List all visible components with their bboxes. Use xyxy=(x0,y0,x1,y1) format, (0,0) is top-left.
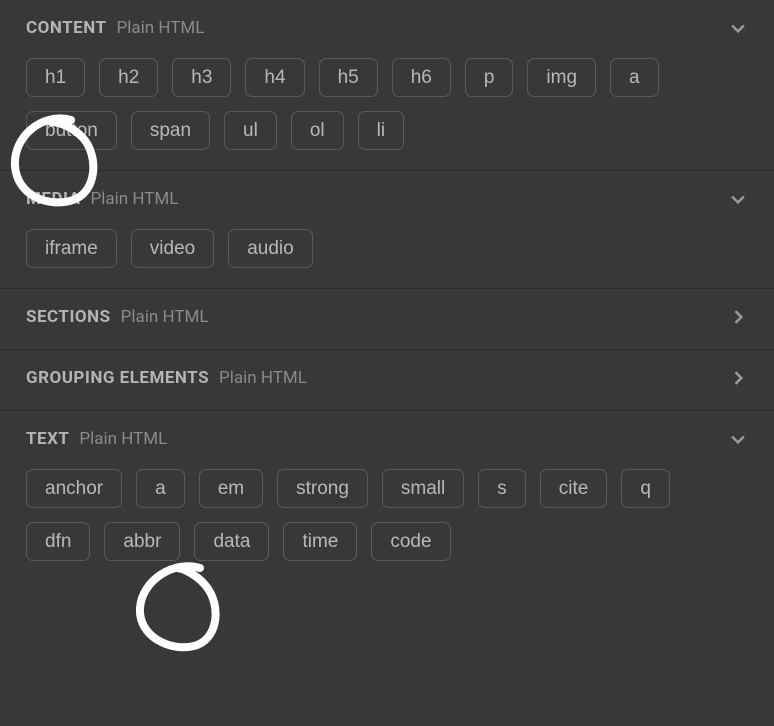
tag-a[interactable]: a xyxy=(610,58,659,97)
chevron-down-icon xyxy=(728,429,748,449)
tag-small[interactable]: small xyxy=(382,469,464,508)
section-subtitle: Plain HTML xyxy=(121,307,209,327)
section-header-media[interactable]: MEDIA Plain HTML xyxy=(26,189,748,209)
section-subtitle: Plain HTML xyxy=(116,18,204,38)
tag-h4[interactable]: h4 xyxy=(245,58,304,97)
tag-list-media: iframe video audio xyxy=(26,229,748,268)
section-title: GROUPING ELEMENTS xyxy=(26,368,209,388)
chevron-right-icon xyxy=(728,307,748,327)
tag-video[interactable]: video xyxy=(131,229,214,268)
tag-h6[interactable]: h6 xyxy=(392,58,451,97)
tag-strong[interactable]: strong xyxy=(277,469,368,508)
section-title: MEDIA xyxy=(26,189,81,209)
tag-h5[interactable]: h5 xyxy=(319,58,378,97)
section-header-text[interactable]: TEXT Plain HTML xyxy=(26,429,748,449)
tag-li[interactable]: li xyxy=(358,111,404,150)
tag-anchor[interactable]: anchor xyxy=(26,469,122,508)
tag-button[interactable]: button xyxy=(26,111,117,150)
tag-em[interactable]: em xyxy=(199,469,263,508)
section-subtitle: Plain HTML xyxy=(91,189,179,209)
tag-iframe[interactable]: iframe xyxy=(26,229,117,268)
tag-h1[interactable]: h1 xyxy=(26,58,85,97)
section-header-content[interactable]: CONTENT Plain HTML xyxy=(26,18,748,38)
tag-h3[interactable]: h3 xyxy=(172,58,231,97)
tag-ul[interactable]: ul xyxy=(224,111,277,150)
chevron-down-icon xyxy=(728,18,748,38)
section-grouping: GROUPING ELEMENTS Plain HTML xyxy=(0,350,774,411)
section-content: CONTENT Plain HTML h1 h2 h3 h4 h5 h6 p i… xyxy=(0,0,774,171)
tag-span[interactable]: span xyxy=(131,111,210,150)
tag-cite[interactable]: cite xyxy=(540,469,608,508)
section-title: TEXT xyxy=(26,429,69,449)
section-title: SECTIONS xyxy=(26,307,111,327)
tag-list-text: anchor a em strong small s cite q dfn ab… xyxy=(26,469,748,561)
tag-list-content: h1 h2 h3 h4 h5 h6 p img a button span ul… xyxy=(26,58,748,150)
section-text: TEXT Plain HTML anchor a em strong small… xyxy=(0,411,774,581)
tag-abbr[interactable]: abbr xyxy=(104,522,180,561)
tag-dfn[interactable]: dfn xyxy=(26,522,90,561)
tag-img[interactable]: img xyxy=(527,58,596,97)
section-subtitle: Plain HTML xyxy=(219,368,307,388)
tag-q[interactable]: q xyxy=(621,469,670,508)
section-header-grouping[interactable]: GROUPING ELEMENTS Plain HTML xyxy=(26,368,748,388)
section-title: CONTENT xyxy=(26,18,106,38)
tag-data[interactable]: data xyxy=(194,522,269,561)
tag-time[interactable]: time xyxy=(283,522,357,561)
section-subtitle: Plain HTML xyxy=(79,429,167,449)
section-media: MEDIA Plain HTML iframe video audio xyxy=(0,171,774,289)
tag-audio[interactable]: audio xyxy=(228,229,313,268)
tag-code[interactable]: code xyxy=(371,522,450,561)
tag-h2[interactable]: h2 xyxy=(99,58,158,97)
tag-p[interactable]: p xyxy=(465,58,514,97)
section-header-sections[interactable]: SECTIONS Plain HTML xyxy=(26,307,748,327)
chevron-right-icon xyxy=(728,368,748,388)
chevron-down-icon xyxy=(728,189,748,209)
tag-a[interactable]: a xyxy=(136,469,185,508)
section-sections: SECTIONS Plain HTML xyxy=(0,289,774,350)
tag-s[interactable]: s xyxy=(478,469,526,508)
tag-ol[interactable]: ol xyxy=(291,111,344,150)
